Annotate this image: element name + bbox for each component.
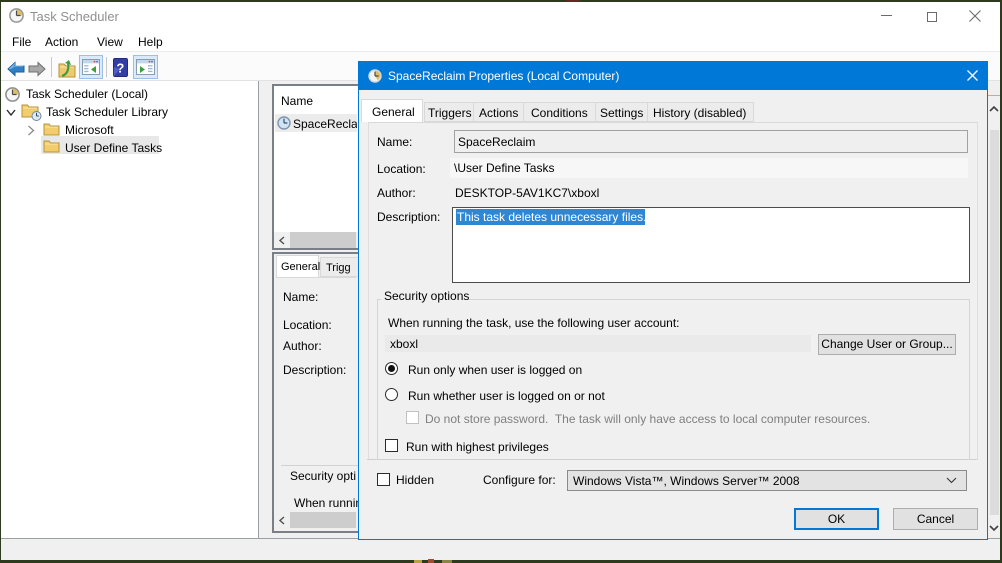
svg-text:?: ? <box>116 61 124 76</box>
